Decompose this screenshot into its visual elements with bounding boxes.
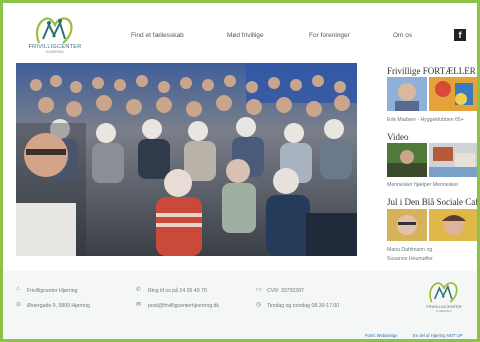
footer-logo[interactable]: FRIVILLIGCENTER HJØRRING — [423, 280, 465, 314]
sidebar-title-fortaeller[interactable]: Frivillige FORTÆLLER — [387, 66, 476, 76]
footer-org-name: Frivilligcenter Hjørring — [27, 288, 78, 294]
portrait-image — [429, 209, 477, 241]
sidebar-title-jul[interactable]: Jul i Den Blå Sociale Café — [387, 197, 477, 207]
video-still-image — [387, 143, 427, 177]
nav-om-os[interactable]: Om os — [393, 32, 412, 39]
clock-icon: ◷ — [256, 302, 262, 308]
thumb-susanne[interactable] — [429, 209, 477, 241]
thumb-maria[interactable] — [387, 209, 427, 241]
logo-mark-icon — [429, 282, 458, 303]
home-icon: ⌂ — [16, 286, 20, 292]
nav-find-faellesskab[interactable]: Find et fællesskab — [131, 32, 184, 39]
thumb-video-2[interactable] — [429, 143, 477, 177]
caption-maria[interactable]: Maria Dahlmann og — [387, 247, 432, 253]
logo-subtext: HJØRRING — [45, 50, 65, 54]
sidebar-title-video[interactable]: Video — [387, 132, 408, 142]
nav-for-foreninger[interactable]: For foreninger — [309, 32, 350, 39]
crowd-image — [16, 63, 357, 256]
thumb-video-1[interactable] — [387, 143, 427, 177]
thumb-erik-madsen[interactable] — [387, 77, 427, 111]
caption-erik-madsen[interactable]: Erik Madsen - Hyggeklubben 65+ — [387, 117, 464, 123]
logo-mark-icon — [35, 17, 73, 44]
footer-address: Østergade 9, 9800 Hjørring — [27, 303, 90, 309]
location-pin-icon: ⊙ — [16, 302, 22, 308]
caption-susanne[interactable]: Susanne Houmøller — [387, 256, 433, 262]
portrait-image — [387, 77, 427, 111]
footer-cvr: CVR: 33732287 — [267, 288, 304, 294]
video-still-image — [429, 143, 477, 177]
caption-video[interactable]: Mennesker hjælper Mennesker — [387, 182, 459, 188]
credit-part-of[interactable]: En del af Hjørring NOT UP — [413, 333, 463, 338]
id-icon: ▭ — [256, 287, 262, 293]
thumb-hyggeklubben[interactable] — [429, 77, 477, 111]
mail-icon: ✉ — [136, 302, 142, 308]
footer-logo-subtext: HJØRRING — [436, 309, 452, 313]
credit-webdesign[interactable]: Fortic Webdesign — [365, 333, 398, 338]
nav-moed-frivillige[interactable]: Mød frivillige — [227, 32, 263, 39]
phone-icon: ✆ — [136, 287, 142, 293]
facebook-icon[interactable]: f — [454, 29, 466, 41]
site-logo[interactable]: FRIVILLIGCENTER HJØRRING — [25, 15, 85, 55]
page-frame: FRIVILLIGCENTER HJØRRING Find et fælless… — [0, 0, 480, 342]
hero-photo — [16, 63, 357, 256]
footer-email[interactable]: post@frivilligcenterhjoerring.dk — [148, 303, 219, 309]
painting-image — [429, 77, 477, 111]
footer-phone[interactable]: Ring til os på 24 26 40 70 — [148, 288, 207, 294]
footer-hours: Tirsdag og torsdag 08.30-17.00 — [267, 303, 340, 309]
portrait-image — [387, 209, 427, 241]
